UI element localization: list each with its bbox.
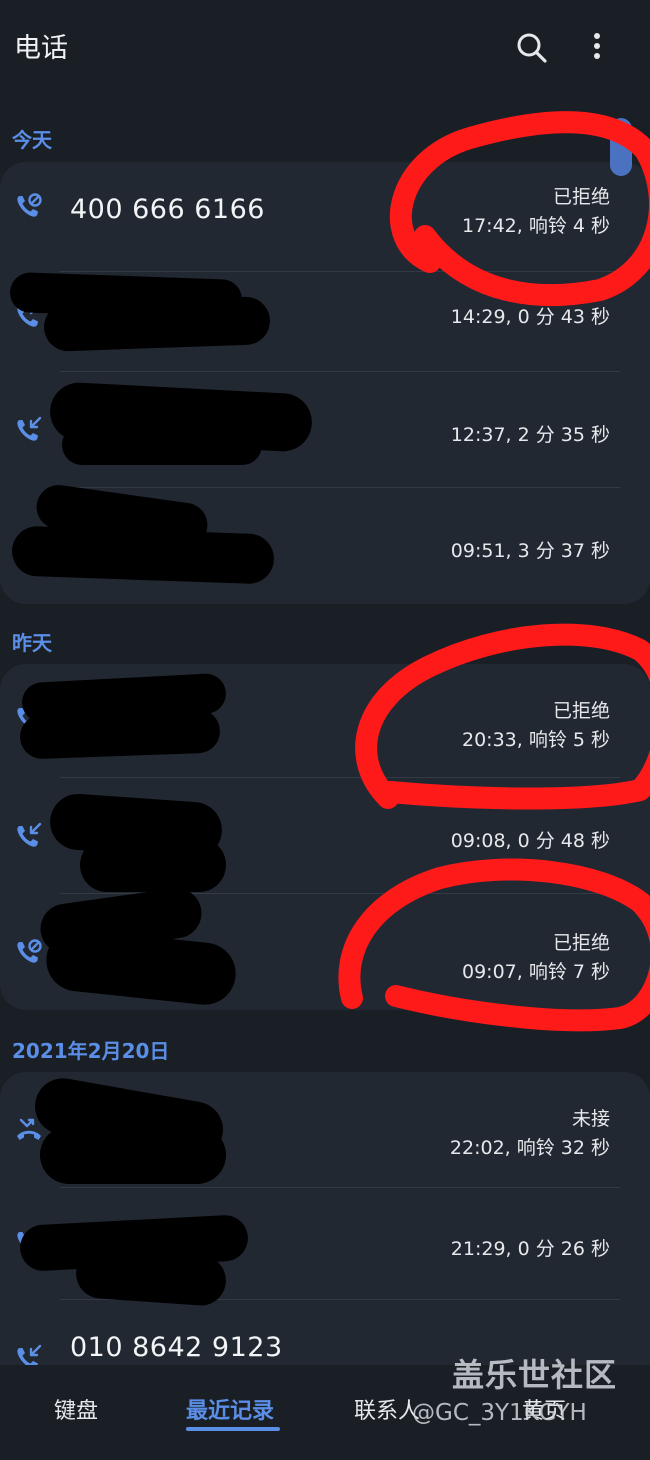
- watermark-user: @GC_3Y1KGYH: [412, 1400, 587, 1426]
- call-status: 已拒绝: [552, 700, 610, 722]
- call-status: 未接: [571, 1108, 610, 1130]
- call-detail: 12:37, 2 分 35 秒: [450, 424, 610, 446]
- redaction-mark: [40, 1126, 226, 1184]
- call-detail: 21:29, 0 分 26 秒: [450, 1238, 610, 1260]
- more-options-button[interactable]: [582, 28, 612, 68]
- redaction-mark: [80, 838, 226, 892]
- call-detail: 09:08, 0 分 48 秒: [450, 830, 610, 852]
- redaction-mark: [11, 525, 275, 585]
- watermark-site: 盖乐世社区: [452, 1356, 618, 1394]
- more-vertical-icon: [594, 33, 600, 59]
- search-icon: [517, 33, 547, 63]
- redaction-mark: [62, 425, 262, 465]
- contact-name: 400 666 6166: [70, 194, 265, 225]
- call-detail: 09:07, 响铃 7 秒: [461, 961, 610, 983]
- call-rejected-icon: [17, 939, 42, 963]
- tab-contacts[interactable]: 联系人: [354, 1393, 420, 1425]
- call-detail: 14:29, 0 分 43 秒: [450, 306, 610, 328]
- section-header-today: 今天: [12, 128, 52, 152]
- search-button[interactable]: [512, 28, 552, 68]
- app-bar: 电话: [0, 0, 650, 95]
- section-header-yesterday: 昨天: [12, 631, 52, 655]
- redaction-mark: [74, 1246, 228, 1308]
- call-status: 已拒绝: [552, 186, 610, 208]
- page-title: 电话: [14, 33, 68, 64]
- tab-recents[interactable]: 最近记录: [186, 1393, 274, 1425]
- section-header-date: 2021年2月20日: [12, 1039, 170, 1063]
- redaction-mark: [19, 708, 221, 760]
- call-incoming-icon: [17, 822, 42, 847]
- call-log-row[interactable]: 400 666 6166 已拒绝 17:42, 响铃 4 秒: [0, 162, 650, 272]
- call-incoming-icon: [17, 416, 42, 441]
- call-detail: 20:33, 响铃 5 秒: [461, 729, 610, 751]
- contact-name: 010 8642 9123: [70, 1332, 283, 1363]
- call-detail: 22:02, 响铃 32 秒: [449, 1137, 610, 1159]
- redaction-mark: [43, 296, 271, 352]
- scrollbar-thumb[interactable]: [610, 118, 632, 176]
- call-detail: 09:51, 3 分 37 秒: [450, 540, 610, 562]
- call-status: 已拒绝: [552, 932, 610, 954]
- tab-keypad[interactable]: 键盘: [54, 1393, 98, 1425]
- call-rejected-icon: [17, 193, 42, 217]
- call-detail: 17:42, 响铃 4 秒: [461, 215, 610, 237]
- active-tab-indicator: [186, 1427, 280, 1431]
